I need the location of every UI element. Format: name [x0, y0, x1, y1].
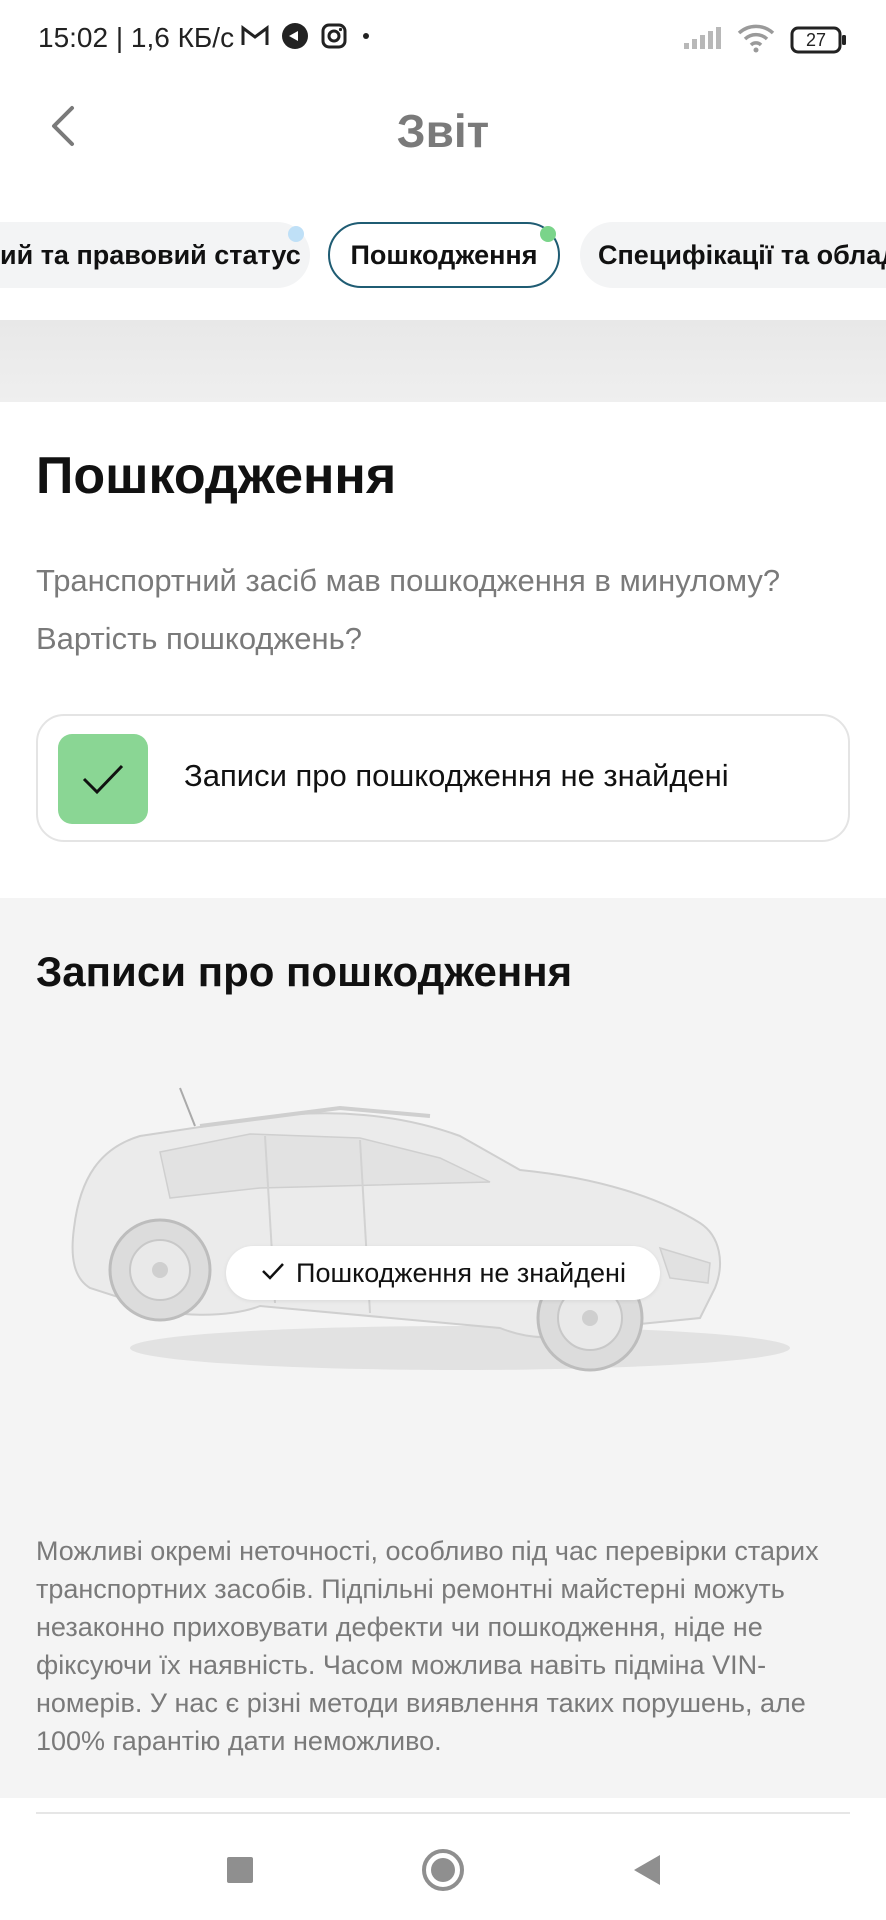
dot-icon — [358, 28, 374, 49]
damage-result-card: Записи про пошкодження не знайдені — [36, 714, 850, 842]
disclaimer-text: Можливі окремі неточності, особливо під … — [36, 1536, 819, 1756]
wifi-icon — [736, 23, 776, 58]
damage-description: Транспортний засіб мав пошкодження в мин… — [36, 563, 781, 656]
checkmark-icon — [260, 1258, 286, 1289]
status-time: 15:02 | 1,6 КБ/с — [38, 22, 235, 53]
no-damage-badge-text: Пошкодження не знайдені — [296, 1257, 626, 1288]
status-icons-left — [240, 22, 374, 54]
tab-damage[interactable]: Пошкодження — [328, 222, 560, 288]
recents-button[interactable] — [212, 1844, 268, 1900]
no-damage-badge: Пошкодження не знайдені — [226, 1246, 660, 1300]
damage-title: Пошкодження — [36, 447, 397, 505]
instagram-icon — [320, 22, 348, 55]
tab-specifications[interactable]: Специфікації та облад — [580, 222, 886, 288]
system-nav-bar — [0, 1814, 886, 1920]
tab-legal-status[interactable]: ий та правовий статус — [0, 222, 310, 288]
tab-status-dot-green — [540, 226, 556, 242]
app-notification-icon — [280, 21, 310, 56]
home-button[interactable] — [415, 1844, 471, 1900]
battery-icon: 27 — [790, 26, 848, 54]
status-icons-right: 27 — [682, 22, 848, 58]
home-icon — [421, 1848, 465, 1897]
section-separator — [0, 320, 886, 402]
recents-icon — [225, 1855, 255, 1890]
car-illustration — [60, 1078, 820, 1378]
damage-records-title: Записи про пошкодження — [36, 948, 573, 995]
back-triangle-icon — [630, 1853, 662, 1892]
battery-level: 27 — [805, 30, 827, 50]
tab-status-dot-blue — [288, 226, 304, 242]
signal-icon — [682, 26, 722, 55]
damage-result-text: Записи про пошкодження не знайдені — [184, 758, 729, 793]
check-icon — [58, 734, 148, 824]
system-back-button[interactable] — [618, 1844, 674, 1900]
gmail-icon — [240, 24, 270, 53]
report-tabs: ий та правовий статус Пошкодження Специф… — [0, 214, 886, 304]
damage-records-section: Записи про пошкодження Пошкодження не зн… — [0, 898, 886, 1798]
status-bar: 15:02 | 1,6 КБ/с 27 — [0, 0, 886, 80]
page-title: Звіт — [396, 105, 490, 157]
